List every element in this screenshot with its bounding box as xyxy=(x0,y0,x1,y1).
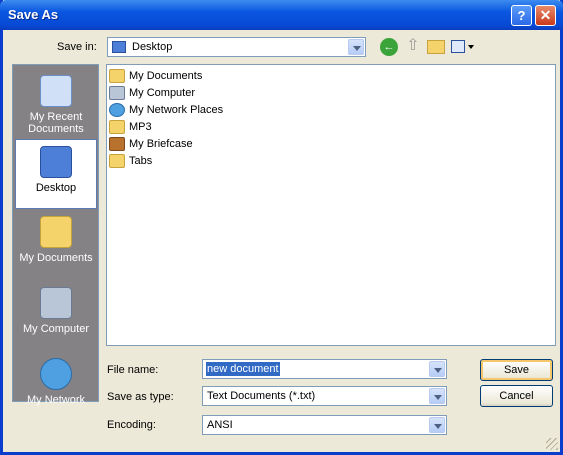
my-documents-icon xyxy=(109,69,125,83)
place-label: My Documents xyxy=(19,252,93,264)
views-menu-icon[interactable] xyxy=(451,38,475,56)
list-item[interactable]: My Computer xyxy=(109,86,195,102)
save-as-type-dropdown[interactable]: Text Documents (*.txt) xyxy=(202,386,447,406)
close-icon[interactable]: ✕ xyxy=(535,5,556,26)
place-my-computer[interactable]: My Computer xyxy=(16,281,96,349)
list-item-label: My Documents xyxy=(129,70,203,82)
place-label: My Recent Documents xyxy=(28,111,84,135)
place-my-documents[interactable]: My Documents xyxy=(16,210,96,278)
my-documents-icon xyxy=(40,216,72,248)
list-item-label: My Computer xyxy=(129,87,196,99)
places-bar: My Recent Documents Desktop My Documents… xyxy=(12,64,99,406)
list-item[interactable]: My Documents xyxy=(109,69,202,85)
list-item[interactable]: My Network Places xyxy=(109,103,223,119)
list-item[interactable]: Tabs xyxy=(109,154,152,170)
new-folder-icon[interactable] xyxy=(427,40,445,54)
folder-icon xyxy=(109,120,125,134)
save-button[interactable]: Save xyxy=(480,359,553,381)
help-icon[interactable]: ? xyxy=(511,5,532,26)
up-folder-icon[interactable]: ⇧ xyxy=(405,37,421,55)
place-label: Desktop xyxy=(35,182,77,194)
list-item-label: Tabs xyxy=(129,155,153,167)
recent-documents-icon xyxy=(40,75,72,107)
folder-icon xyxy=(109,154,125,168)
save-as-dialog: Save As ? ✕ Save in: Desktop ← ⇧ My Rece… xyxy=(0,0,563,455)
chevron-down-icon[interactable] xyxy=(429,417,445,433)
briefcase-icon xyxy=(109,137,125,151)
list-item-label: My Briefcase xyxy=(129,138,193,150)
chevron-down-icon[interactable] xyxy=(348,39,364,55)
my-computer-icon xyxy=(109,86,125,100)
save-as-type-label: Save as type: xyxy=(107,391,174,403)
my-network-icon xyxy=(40,358,72,390)
file-name-value: new document xyxy=(206,362,280,376)
network-places-icon xyxy=(109,103,125,117)
desktop-icon xyxy=(40,146,72,178)
save-in-label: Save in: xyxy=(57,41,97,53)
resize-grip[interactable] xyxy=(546,438,558,450)
cancel-button[interactable]: Cancel xyxy=(480,385,553,407)
place-my-recent-documents[interactable]: My Recent Documents xyxy=(16,69,96,137)
desktop-icon xyxy=(112,41,126,53)
file-name-input[interactable]: new document xyxy=(202,359,447,379)
place-label: My Network xyxy=(26,394,86,406)
chevron-down-icon[interactable] xyxy=(429,388,445,404)
file-name-label: File name: xyxy=(107,364,159,376)
chevron-down-icon[interactable] xyxy=(429,361,445,377)
list-item-label: MP3 xyxy=(129,121,152,133)
back-icon[interactable]: ← xyxy=(380,38,398,56)
list-item[interactable]: MP3 xyxy=(109,120,152,136)
title-bar[interactable]: Save As ? ✕ xyxy=(0,0,563,30)
place-label: My Computer xyxy=(22,323,90,335)
file-list[interactable]: My Documents My Computer My Network Plac… xyxy=(106,64,556,346)
save-in-value: Desktop xyxy=(132,41,173,53)
encoding-label: Encoding: xyxy=(107,419,156,431)
my-computer-icon xyxy=(40,287,72,319)
place-my-network[interactable]: My Network xyxy=(16,352,96,420)
save-as-type-value: Text Documents (*.txt) xyxy=(207,390,316,402)
list-item[interactable]: My Briefcase xyxy=(109,137,193,153)
encoding-value: ANSI xyxy=(207,419,233,431)
dialog-title: Save As xyxy=(8,7,59,22)
list-item-label: My Network Places xyxy=(129,104,224,116)
encoding-dropdown[interactable]: ANSI xyxy=(202,415,447,435)
place-desktop[interactable]: Desktop xyxy=(15,139,97,209)
save-in-dropdown[interactable]: Desktop xyxy=(107,37,366,57)
